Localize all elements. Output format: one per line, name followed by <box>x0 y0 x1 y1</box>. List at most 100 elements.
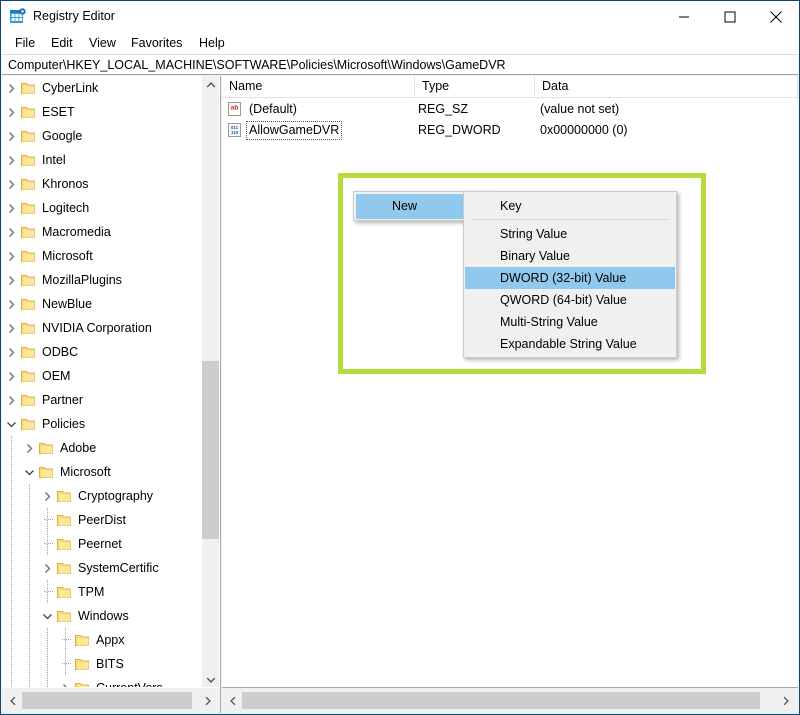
column-header-data[interactable]: Data <box>535 76 798 97</box>
tree-item-eset[interactable]: ESET <box>2 100 207 124</box>
tree-item-nvidia-corporation[interactable]: NVIDIA Corporation <box>2 316 207 340</box>
submenu-item-binary-value[interactable]: Binary Value <box>465 245 675 267</box>
column-header-name[interactable]: Name <box>222 76 415 97</box>
chevron-right-icon[interactable] <box>6 323 17 334</box>
table-row[interactable]: 011 110 AllowGameDVR REG_DWORD 0x0000000… <box>222 120 798 141</box>
list-horizontal-scrollbar[interactable] <box>222 687 798 713</box>
table-row[interactable]: ab (Default) REG_SZ (value not set) <box>222 99 798 120</box>
tree-guide-elbow <box>62 663 71 664</box>
value-name: (Default) <box>249 102 297 116</box>
scroll-left-icon[interactable] <box>224 692 241 709</box>
tree-item-cryptography[interactable]: Cryptography <box>2 484 207 508</box>
chevron-right-icon[interactable] <box>6 395 17 406</box>
scroll-right-icon[interactable] <box>777 692 794 709</box>
tree-vertical-scroll-thumb[interactable] <box>202 361 219 539</box>
chevron-right-icon[interactable] <box>6 203 17 214</box>
tree-item-khronos[interactable]: Khronos <box>2 172 207 196</box>
close-button[interactable] <box>753 1 799 32</box>
chevron-right-icon[interactable] <box>42 563 53 574</box>
submenu-item-multi-string-value[interactable]: Multi-String Value <box>465 311 675 333</box>
tree-item-google[interactable]: Google <box>2 124 207 148</box>
tree-item-oem[interactable]: OEM <box>2 364 207 388</box>
scroll-down-icon[interactable] <box>202 671 219 688</box>
menu-help[interactable]: Help <box>193 35 231 52</box>
tree-item-intel[interactable]: Intel <box>2 148 207 172</box>
tree-item-peernet[interactable]: Peernet <box>2 532 207 556</box>
tree-vertical-scrollbar[interactable] <box>201 76 219 688</box>
folder-icon <box>21 129 37 143</box>
chevron-right-icon[interactable] <box>6 371 17 382</box>
tree-item-windows[interactable]: Windows <box>2 604 207 628</box>
chevron-right-icon[interactable] <box>6 347 17 358</box>
dword-value-icon: 011 110 <box>228 123 243 138</box>
string-value-icon: ab <box>228 102 243 117</box>
chevron-right-icon[interactable] <box>6 179 17 190</box>
tree-item-microsoft[interactable]: Microsoft <box>2 460 207 484</box>
tree-item-peerdist[interactable]: PeerDist <box>2 508 207 532</box>
tree-item-label: MozillaPlugins <box>42 273 122 287</box>
folder-icon <box>39 441 55 455</box>
list-horizontal-scroll-thumb[interactable] <box>242 692 760 709</box>
tree-item-label: Khronos <box>42 177 89 191</box>
registry-tree[interactable]: CyberLink ESET Google Intel Khronos Logitech M… <box>2 76 207 688</box>
maximize-button[interactable] <box>707 1 753 32</box>
tree-guide-line <box>29 628 30 652</box>
chevron-right-icon[interactable] <box>42 491 53 502</box>
chevron-down-icon[interactable] <box>6 419 17 430</box>
scroll-left-icon[interactable] <box>4 692 21 709</box>
chevron-right-icon[interactable] <box>6 131 17 142</box>
chevron-right-icon[interactable] <box>6 251 17 262</box>
menu-favorites[interactable]: Favorites <box>125 35 188 52</box>
submenu-item-dword-value[interactable]: DWORD (32-bit) Value <box>465 267 675 289</box>
value-data: (value not set) <box>540 102 620 116</box>
minimize-button[interactable] <box>661 1 707 32</box>
tree-horizontal-scrollbar[interactable] <box>2 687 220 713</box>
tree-item-odbc[interactable]: ODBC <box>2 340 207 364</box>
menu-edit[interactable]: Edit <box>45 35 79 52</box>
tree-item-bits[interactable]: BITS <box>2 652 207 676</box>
folder-icon <box>21 105 37 119</box>
submenu-item-qword-value[interactable]: QWORD (64-bit) Value <box>465 289 675 311</box>
chevron-right-icon[interactable] <box>6 107 17 118</box>
folder-icon <box>57 561 73 575</box>
chevron-right-icon[interactable] <box>6 227 17 238</box>
context-menu-item-label: New <box>392 199 418 213</box>
tree-item-label: SystemCertific <box>78 561 159 575</box>
chevron-down-icon[interactable] <box>24 467 35 478</box>
submenu-item-key[interactable]: Key <box>465 195 675 217</box>
tree-item-newblue[interactable]: NewBlue <box>2 292 207 316</box>
tree-item-policies[interactable]: Policies <box>2 412 207 436</box>
tree-item-tpm[interactable]: TPM <box>2 580 207 604</box>
tree-horizontal-scroll-thumb[interactable] <box>22 692 192 709</box>
folder-icon <box>21 81 37 95</box>
folder-icon <box>57 489 73 503</box>
tree-item-appx[interactable]: Appx <box>2 628 207 652</box>
chevron-right-icon[interactable] <box>6 83 17 94</box>
chevron-right-icon[interactable] <box>24 443 35 454</box>
tree-item-mozillaplugins[interactable]: MozillaPlugins <box>2 268 207 292</box>
registry-path: Computer\HKEY_LOCAL_MACHINE\SOFTWARE\Pol… <box>8 58 506 72</box>
tree-item-adobe[interactable]: Adobe <box>2 436 207 460</box>
scroll-right-icon[interactable] <box>199 692 216 709</box>
tree-guide-line <box>11 532 12 556</box>
column-header-type[interactable]: Type <box>415 76 535 97</box>
tree-item-partner[interactable]: Partner <box>2 388 207 412</box>
address-bar[interactable]: Computer\HKEY_LOCAL_MACHINE\SOFTWARE\Pol… <box>2 54 798 75</box>
submenu-item-label: DWORD (32-bit) Value <box>500 271 627 285</box>
tree-item-microsoft[interactable]: Microsoft <box>2 244 207 268</box>
menu-view[interactable]: View <box>83 35 122 52</box>
tree-item-systemcertific[interactable]: SystemCertific <box>2 556 207 580</box>
chevron-right-icon[interactable] <box>6 275 17 286</box>
tree-item-logitech[interactable]: Logitech <box>2 196 207 220</box>
menu-file[interactable]: File <box>9 35 41 52</box>
tree-item-label: Intel <box>42 153 66 167</box>
tree-item-cyberlink[interactable]: CyberLink <box>2 76 207 100</box>
chevron-right-icon[interactable] <box>6 299 17 310</box>
tree-guide-elbow <box>44 543 53 544</box>
chevron-down-icon[interactable] <box>42 611 53 622</box>
submenu-item-string-value[interactable]: String Value <box>465 223 675 245</box>
chevron-right-icon[interactable] <box>6 155 17 166</box>
scroll-up-icon[interactable] <box>202 76 219 93</box>
submenu-item-expandable-string-value[interactable]: Expandable String Value <box>465 333 675 355</box>
tree-item-macromedia[interactable]: Macromedia <box>2 220 207 244</box>
